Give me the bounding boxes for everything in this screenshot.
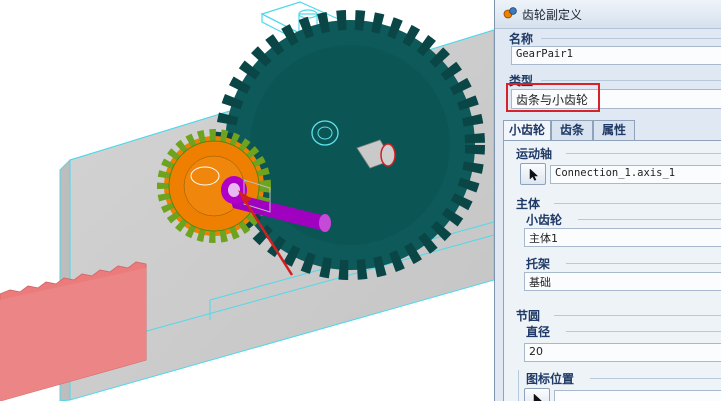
cursor-arrow-icon [533, 393, 542, 401]
icon-position-field[interactable] [554, 390, 721, 401]
motion-axis-label: 运动轴 [516, 147, 553, 161]
carrier-field[interactable]: 基础 [524, 272, 721, 291]
type-highlight-box [506, 83, 600, 112]
tab-properties[interactable]: 属性 [593, 120, 635, 140]
gear-assembly-scene [0, 0, 494, 401]
tab-pinion[interactable]: 小齿轮 [503, 120, 551, 141]
icon-position-select-button[interactable] [524, 388, 550, 401]
small-gear [157, 129, 271, 243]
cursor-arrow-icon [529, 168, 539, 181]
motion-axis-select-button[interactable] [520, 163, 546, 185]
model-viewport[interactable] [0, 0, 494, 401]
gear-pair-definition-dialog: 齿轮副定义 名称 GearPair1 类型 齿条与小齿轮 小齿轮 齿条 属性 运… [494, 0, 721, 401]
icon-position-label: 图标位置 [526, 372, 575, 386]
carrier-label: 托架 [526, 257, 551, 271]
motion-axis-field[interactable]: Connection_1.axis_1 [550, 165, 721, 184]
diameter-label: 直径 [526, 325, 551, 339]
dialog-title: 齿轮副定义 [522, 8, 583, 22]
pinion-body-label: 小齿轮 [526, 213, 563, 227]
dialog-titlebar[interactable]: 齿轮副定义 [495, 0, 721, 29]
diameter-field[interactable]: 20 [524, 343, 721, 362]
gear-pair-icon [503, 7, 517, 19]
large-gear [215, 10, 485, 280]
name-label: 名称 [509, 32, 534, 46]
body-label: 主体 [516, 197, 541, 211]
pinion-body-field[interactable]: 主体1 [524, 228, 721, 247]
tab-panel-pinion: 运动轴 Connection_1.axis_1 主体 小齿轮 主体1 托架 基础… [503, 140, 721, 401]
tab-rack[interactable]: 齿条 [551, 120, 593, 140]
pitch-circle-label: 节圆 [516, 309, 541, 323]
name-field[interactable]: GearPair1 [511, 46, 721, 65]
